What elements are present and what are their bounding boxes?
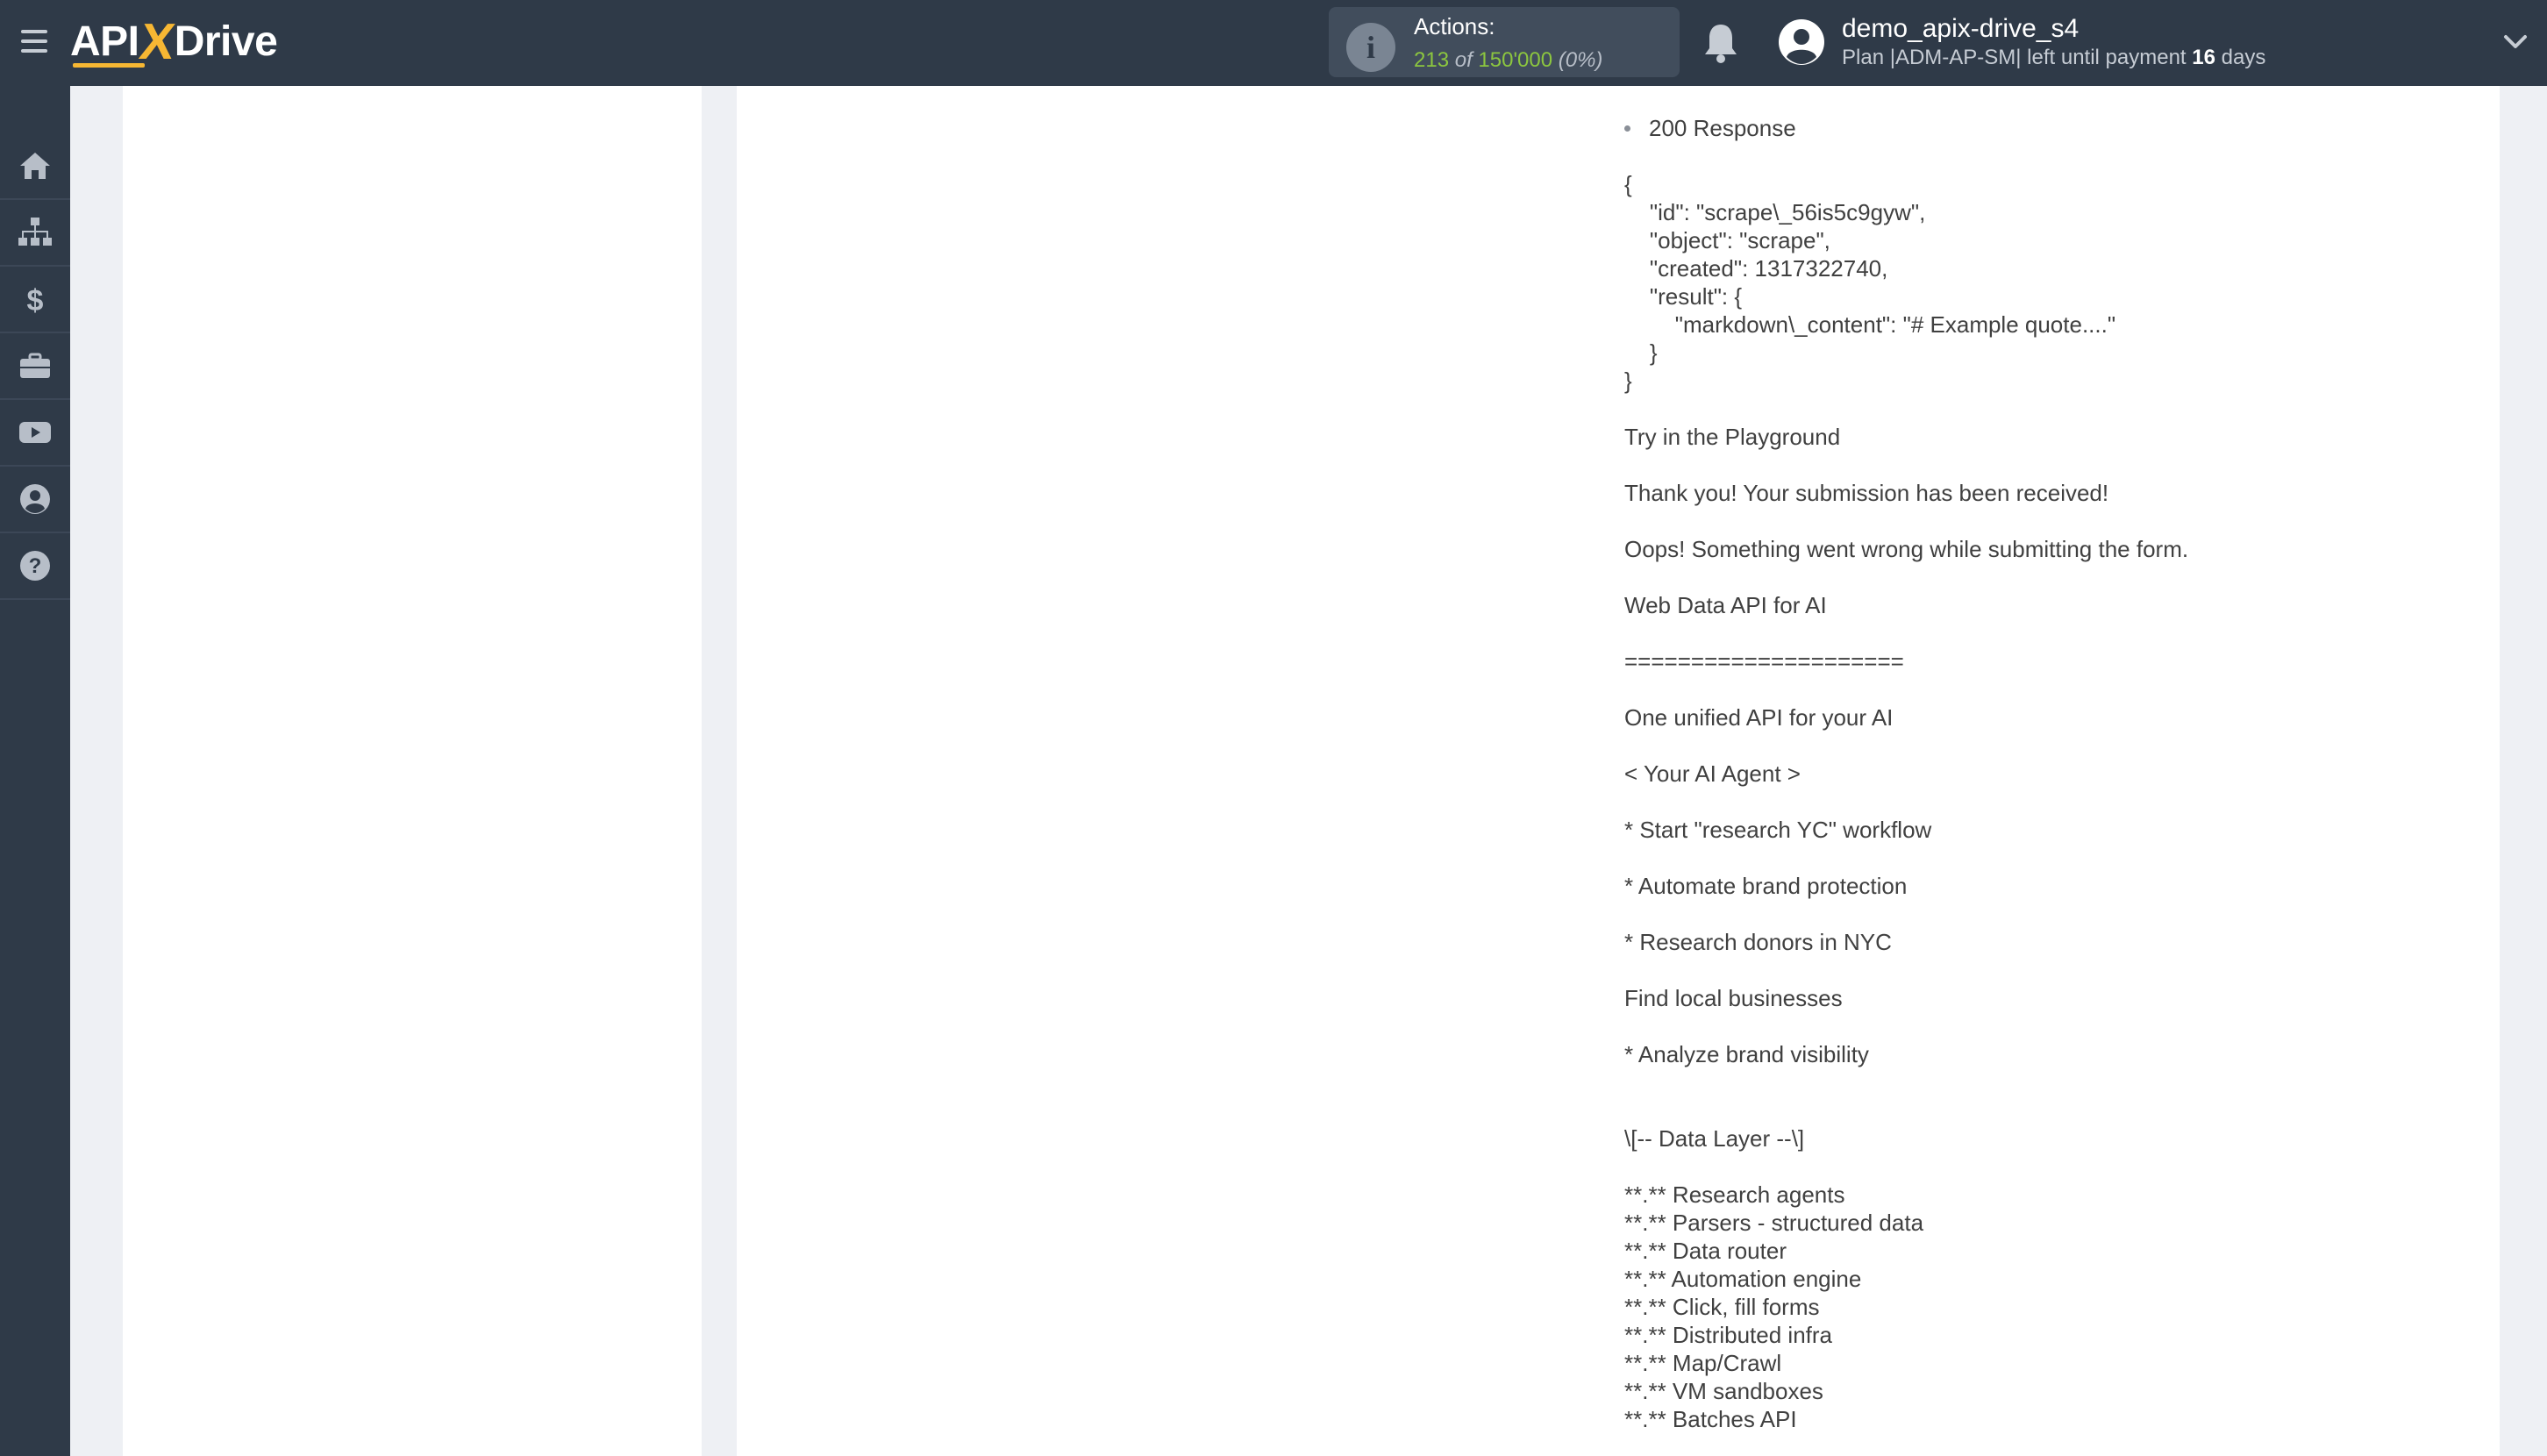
briefcase-icon [20,353,50,378]
question-icon: ? [20,551,50,581]
user-plan-info: Plan |ADM-AP-SM| left until payment 16 d… [1842,46,2265,70]
code-line: } [1624,339,1658,366]
hamburger-icon[interactable] [19,26,51,58]
paragraph: ===================== [1624,648,1904,674]
list-item: **.** Parsers - structured data [1624,1210,1924,1236]
code-line: "object": "scrape", [1624,227,1830,253]
actions-of-word: of [1454,48,1473,72]
list-item: **.** Distributed infra [1624,1322,1832,1348]
svg-text:$: $ [27,284,44,318]
code-line: "created": 1317322740, [1624,255,1888,282]
logo-underline [73,63,145,68]
actions-used: 213 [1414,48,1450,72]
list-item: **.** Research agents [1624,1181,1845,1208]
plan-days-suffix: days [2215,46,2266,69]
sitemap-icon [18,218,52,246]
actions-label: Actions: [1414,13,1495,39]
left-sidebar: $ ? [0,86,70,1456]
paragraph: \[-- Data Layer --\] [1624,1125,1805,1152]
paragraph: Try in the Playground [1624,424,1841,450]
paragraph: Thank you! Your submission has been rece… [1624,480,2109,506]
list-item: **.** VM sandboxes [1624,1378,1823,1404]
paragraph: Web Data API for AI [1624,592,1827,618]
sidebar-item-video[interactable] [0,400,70,467]
plan-prefix: Plan |ADM-AP-SM| left until payment [1842,46,2193,69]
sidebar-item-services[interactable] [0,333,70,400]
dollar-icon: $ [27,284,44,318]
sidebar-item-billing[interactable]: $ [0,267,70,333]
bell-icon[interactable] [1702,21,1740,65]
list-item-response: 200 Response [1649,115,1796,141]
user-name[interactable]: demo_apix-drive_s4 [1842,14,2079,44]
home-icon [20,153,50,179]
sidebar-item-profile[interactable] [0,467,70,533]
code-line: "result": { [1624,283,1743,310]
code-line: "markdown\_content": "# Example quote...… [1624,311,2116,338]
paragraph: < Your AI Agent > [1624,760,1801,787]
list-item: **.** Click, fill forms [1624,1294,1820,1320]
apixdrive-logo[interactable]: API X Drive [70,12,278,70]
svg-text:?: ? [29,554,42,578]
paragraph: * Research donors in NYC [1624,929,1892,955]
actions-percent: (0%) [1558,48,1603,72]
plan-days-count: 16 [2192,46,2215,69]
list-item: **.** Batches API [1624,1406,1797,1432]
list-item: **.** Automation engine [1624,1266,1862,1292]
actions-total: 150'000 [1478,48,1553,72]
paragraph: One unified API for your AI [1624,704,1894,731]
logo-text-x: X [135,12,178,70]
left-panel [123,86,702,1456]
code-line: "id": "scrape\_56is5c9gyw", [1624,199,1926,225]
paragraph: * Automate brand protection [1624,873,1908,899]
top-header: API X Drive i Actions: 213 of 150'000 (0%)… [0,0,2547,86]
code-line: } [1624,368,1632,394]
list-item: **.** Data router [1624,1238,1787,1264]
user-avatar-icon[interactable] [1777,18,1826,67]
chevron-down-icon[interactable] [2501,28,2529,56]
list-item: **.** Map/Crawl [1624,1350,1782,1376]
paragraph: * Analyze brand visibility [1624,1041,1869,1067]
paragraph: Find local businesses [1624,985,1843,1011]
actions-counter[interactable]: i Actions: 213 of 150'000 (0%) [1329,7,1680,77]
list-bullet [1624,125,1630,132]
user-circle-icon [20,484,50,514]
paragraph: * Start "research YC" workflow [1624,817,1932,843]
logo-text-drive: Drive [174,18,278,65]
code-line: { [1624,171,1632,197]
sidebar-item-connections[interactable] [0,200,70,267]
logo-text-api: API [70,18,139,65]
sidebar-item-home[interactable] [0,133,70,200]
actions-usage: 213 of 150'000 (0%) [1414,48,1602,73]
info-icon: i [1346,23,1395,72]
youtube-icon [19,422,51,443]
main-panel [737,86,2500,1456]
paragraph: Oops! Something went wrong while submitt… [1624,536,2189,562]
sidebar-item-help[interactable]: ? [0,533,70,600]
